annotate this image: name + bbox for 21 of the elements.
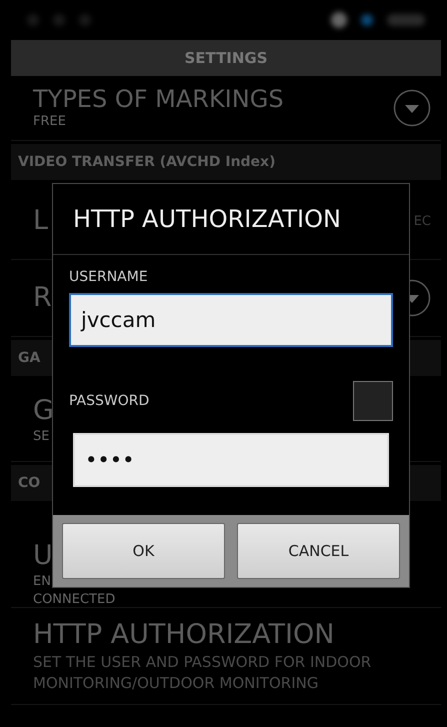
setting-subtitle: FREE <box>33 113 67 131</box>
section-title: VIDEO TRANSFER (AVCHD Index) <box>18 154 276 170</box>
dialog-button[interactable]: OK <box>62 523 225 579</box>
setting-subtitle: EN <box>33 572 52 590</box>
setting-subtitle: SET THE USER AND PASSWORD FOR INDOOR MONITORING/OUTDOOR MONITORING <box>33 652 372 694</box>
dropdown-icon[interactable] <box>393 89 431 127</box>
dialog-button[interactable]: CANCEL <box>237 523 400 579</box>
input-field[interactable]: jvccam <box>69 293 393 347</box>
field-label: PASSWORD <box>69 393 150 409</box>
setting-subtitle: CONNECTED <box>33 590 116 608</box>
section-title: CO <box>18 475 40 491</box>
field-label: USERNAME <box>69 269 149 285</box>
screen-title: SETTINGS <box>184 49 268 67</box>
section-title: GA <box>18 350 40 366</box>
setting-subtitle: SE <box>33 428 50 446</box>
password-field[interactable]: •••• <box>73 433 389 487</box>
dialog-title: HTTP AUTHORIZATION <box>53 184 409 255</box>
setting-value: EC <box>414 214 431 228</box>
checkbox[interactable] <box>353 381 393 421</box>
setting-title[interactable]: TYPES OF MARKINGS <box>33 85 393 113</box>
setting-title[interactable]: HTTP AUTHORIZATION <box>33 618 431 652</box>
